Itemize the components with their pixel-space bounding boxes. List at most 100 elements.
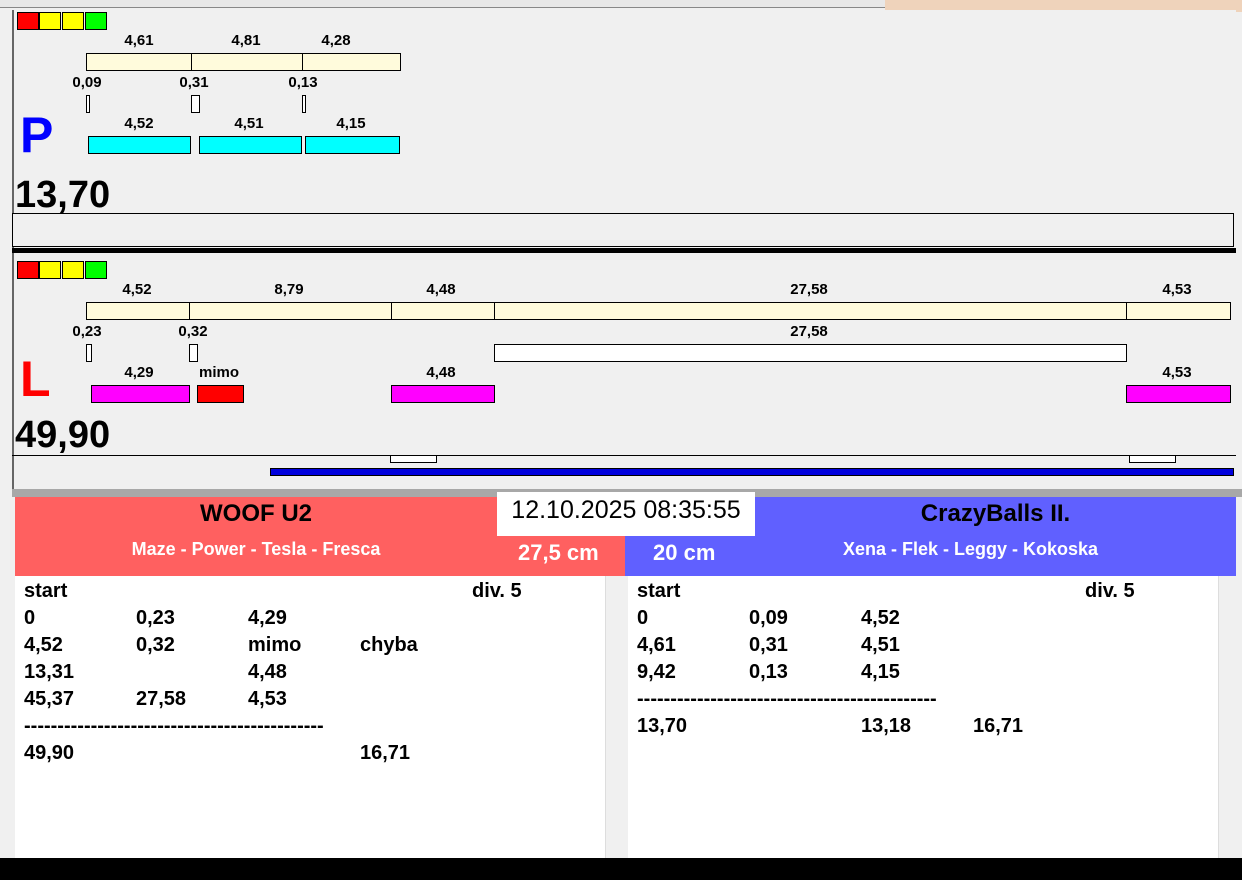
segment-bar xyxy=(1126,302,1231,320)
cell: 4,15 xyxy=(861,661,900,683)
segment-bar xyxy=(86,53,192,71)
taskbar xyxy=(0,858,1242,880)
cell: 4,29 xyxy=(248,607,287,629)
lane-letter: P xyxy=(20,107,54,163)
left-team-dogs: Maze - Power - Tesla - Fresca xyxy=(131,539,381,559)
time-label: 27,58 xyxy=(790,281,828,298)
run-bar xyxy=(1126,385,1231,403)
cell: 0,13 xyxy=(749,661,788,683)
status-yellow xyxy=(62,261,84,279)
cell: 16,71 xyxy=(973,715,1024,737)
reaction-label: 0,31 xyxy=(179,74,209,91)
miss-bar xyxy=(197,385,244,403)
cell: 13,18 xyxy=(861,715,912,737)
datetime: 12.10.2025 08:35:55 xyxy=(497,492,755,536)
cell: 0 xyxy=(637,607,649,629)
cell: 4,51 xyxy=(861,634,900,656)
left-team-name: WOOF U2 xyxy=(200,500,312,527)
cell: 13,70 xyxy=(637,715,688,737)
right-team-dogs: Xena - Flek - Leggy - Kokoska xyxy=(843,539,1099,559)
left-results-list[interactable]: start div. 5 0 0,23 4,29 4,52 0,32 mimo chyba 13,… xyxy=(15,576,622,858)
bottom-run-panel xyxy=(12,253,1236,489)
reaction-bar xyxy=(189,344,198,362)
cell: div. 5 xyxy=(472,580,522,602)
cell: 49,90 xyxy=(24,742,75,764)
status-yellow xyxy=(39,261,61,279)
run-label: mimo xyxy=(198,364,240,381)
segment-bar xyxy=(391,302,495,320)
cell: start xyxy=(637,580,681,602)
reaction-bar xyxy=(86,344,92,362)
left-scrollbar[interactable] xyxy=(605,576,622,858)
right-team-name: CrazyBalls II. xyxy=(920,500,1071,527)
time-label: 4,52 xyxy=(122,281,152,298)
result-row: 4,61 0,31 4,51 xyxy=(628,634,1218,661)
run-bar xyxy=(305,136,400,154)
result-row: 45,37 27,58 4,53 xyxy=(15,688,605,715)
status-yellow xyxy=(39,12,61,30)
cell: 0,32 xyxy=(136,634,175,656)
reaction-bar xyxy=(86,95,90,113)
run-bar xyxy=(199,136,302,154)
right-results-list[interactable]: start div. 5 0 0,09 4,52 4,61 0,31 4,51 9,42 0,13… xyxy=(628,576,1236,858)
time-label: 4,53 xyxy=(1162,281,1192,298)
total-time: 13,70 xyxy=(15,174,111,216)
run-label: 4,52 xyxy=(124,115,154,132)
status-yellow xyxy=(62,12,84,30)
left-team-height: 27,5 cm xyxy=(518,540,599,565)
separator-row: ----------------------------------------… xyxy=(15,715,605,742)
status-red xyxy=(17,12,39,30)
status-green xyxy=(85,261,107,279)
reaction-label: 27,58 xyxy=(790,323,828,340)
cell: ----------------------------------------… xyxy=(24,715,324,737)
cell: 13,31 xyxy=(24,661,75,683)
result-row: 4,52 0,32 mimo chyba xyxy=(15,634,605,661)
cell: 4,61 xyxy=(637,634,676,656)
marker xyxy=(390,455,437,463)
reaction-bar xyxy=(302,95,306,113)
cell: 4,52 xyxy=(24,634,63,656)
reaction-label: 0,09 xyxy=(72,74,102,91)
right-scrollbar[interactable] xyxy=(1218,576,1236,858)
cell: 4,52 xyxy=(861,607,900,629)
cell: 16,71 xyxy=(360,742,411,764)
run-bar xyxy=(91,385,190,403)
header-row: start div. 5 xyxy=(15,580,605,607)
run-bar xyxy=(391,385,495,403)
result-row: 0 0,09 4,52 xyxy=(628,607,1218,634)
run-label: 4,53 xyxy=(1162,364,1192,381)
total-row: 49,90 16,71 xyxy=(15,742,605,769)
run-label: 4,51 xyxy=(234,115,264,132)
reaction-label: 0,23 xyxy=(72,323,102,340)
header-row: start div. 5 xyxy=(628,580,1218,607)
cell: chyba xyxy=(360,634,418,656)
result-row: 9,42 0,13 4,15 xyxy=(628,661,1218,688)
segment-bar xyxy=(494,302,1127,320)
total-row: 13,70 13,18 16,71 xyxy=(628,715,1218,742)
progress-track xyxy=(12,213,1234,247)
time-label: 4,61 xyxy=(124,32,154,49)
cell: 0,09 xyxy=(749,607,788,629)
segment-bar xyxy=(189,302,392,320)
segment-bar xyxy=(302,53,401,71)
cell: 0,23 xyxy=(136,607,175,629)
tab-strip[interactable] xyxy=(0,0,885,8)
cell: 4,53 xyxy=(248,688,287,710)
cell: start xyxy=(24,580,68,602)
cell: 27,58 xyxy=(136,688,187,710)
reaction-bar xyxy=(494,344,1127,362)
reaction-label: 0,32 xyxy=(178,323,208,340)
time-label: 8,79 xyxy=(274,281,304,298)
run-label: 4,15 xyxy=(336,115,366,132)
segment-bar xyxy=(191,53,303,71)
time-label: 4,28 xyxy=(321,32,351,49)
cell: 0,31 xyxy=(749,634,788,656)
cell: mimo xyxy=(248,634,302,656)
status-red xyxy=(17,261,39,279)
time-label: 4,48 xyxy=(426,281,456,298)
marker xyxy=(1129,455,1176,463)
right-team-height: 20 cm xyxy=(653,540,716,565)
result-row: 13,31 4,48 xyxy=(15,661,605,688)
reaction-bar xyxy=(191,95,200,113)
cell: 0 xyxy=(24,607,36,629)
